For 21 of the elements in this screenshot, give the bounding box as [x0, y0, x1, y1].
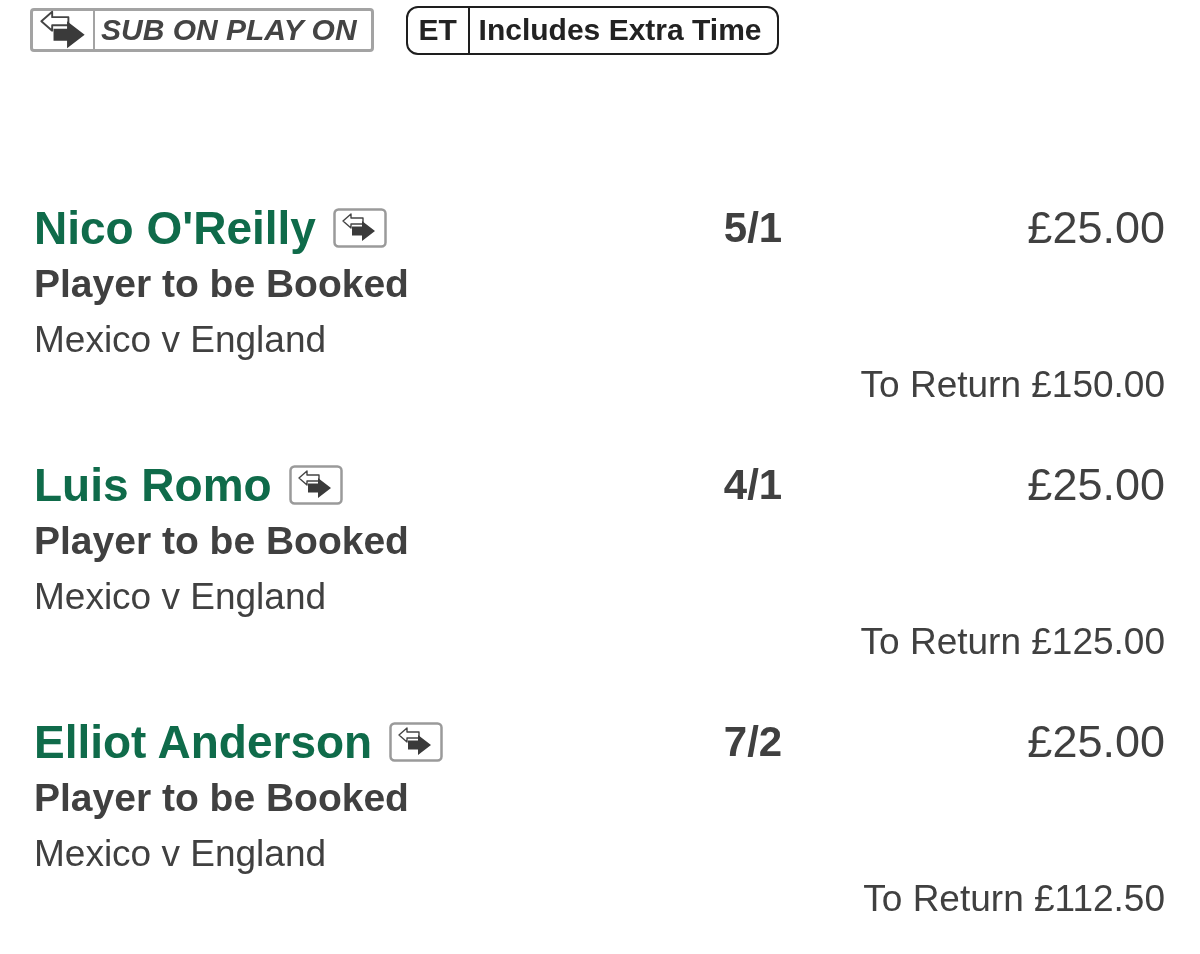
odds-text: 4/1: [723, 461, 783, 509]
stake-amount: £25.00: [1027, 204, 1165, 252]
potential-return: To Return £150.00: [860, 365, 1165, 405]
market-name: Player to be Booked: [34, 776, 409, 820]
player-name: Nico O'Reilly: [34, 204, 316, 252]
potential-return: To Return £125.00: [860, 622, 1165, 662]
event-name: Mexico v England: [34, 575, 327, 619]
stake-amount: £25.00: [1027, 461, 1165, 509]
player-name: Elliot Anderson: [34, 718, 373, 766]
event-name: Mexico v England: [34, 832, 327, 876]
badge-label: Includes Extra Time: [477, 11, 763, 48]
odds-text: 7/2: [723, 718, 783, 766]
player-name: Luis Romo: [34, 461, 272, 509]
event-name: Mexico v England: [34, 318, 327, 362]
odds-text: 5/1: [723, 204, 783, 252]
market-name: Player to be Booked: [34, 262, 409, 306]
market-name: Player to be Booked: [34, 519, 409, 563]
stake-amount: £25.00: [1027, 718, 1165, 766]
badge-label: SUB ON PLAY ON: [100, 12, 358, 48]
potential-return: To Return £112.50: [863, 879, 1165, 919]
badge-code: ET: [418, 13, 457, 47]
